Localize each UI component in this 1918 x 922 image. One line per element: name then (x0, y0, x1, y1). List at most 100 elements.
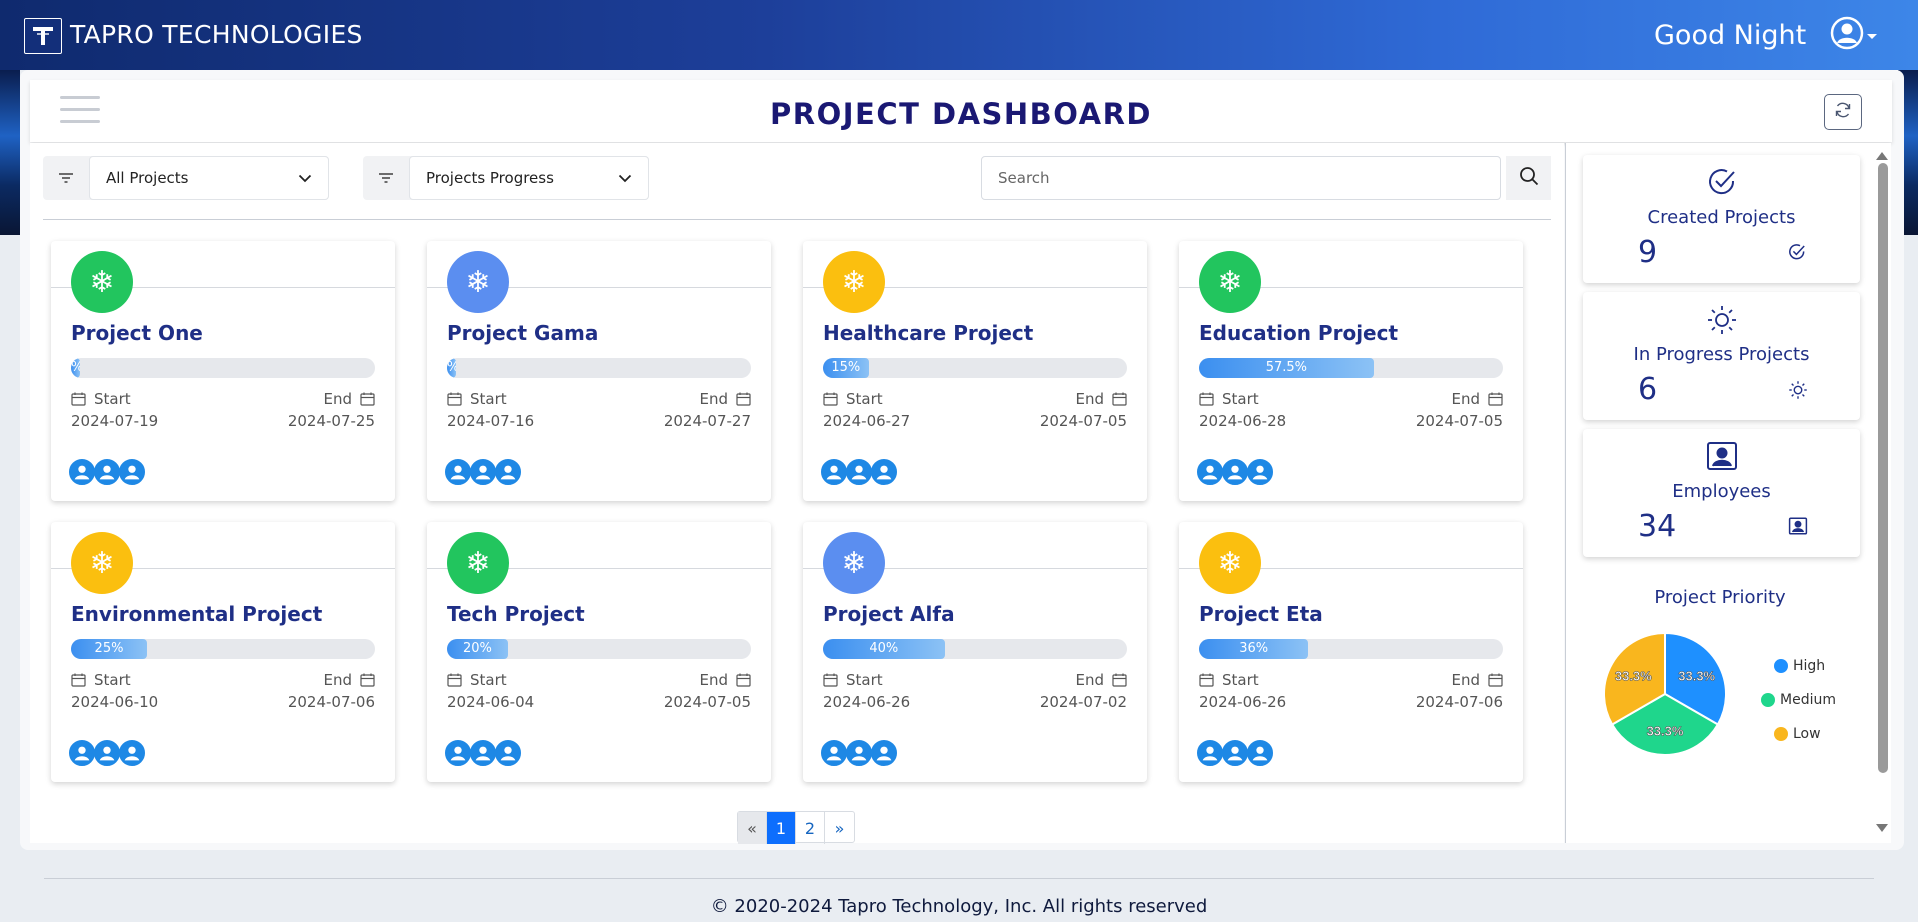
end-label-text: End (323, 671, 352, 689)
projects-panel: All Projects Projects Progress Search ❄ P… (30, 143, 1564, 844)
search-icon (1519, 166, 1539, 190)
project-card[interactable]: ❄ Environmental Project 25% Start End 2024-06… (51, 522, 395, 782)
end-label: End (1451, 390, 1503, 408)
legend-dot (1774, 659, 1788, 673)
project-card[interactable]: ❄ Tech Project 20% Start End 2024-06-04 2024-0… (427, 522, 771, 782)
team-avatars (445, 740, 521, 766)
refresh-button[interactable] (1824, 94, 1862, 130)
scope-select[interactable]: All Projects (89, 156, 329, 200)
avatar[interactable] (495, 740, 521, 766)
end-date: 2024-07-06 (287, 693, 375, 711)
snowflake-icon: ❄ (823, 532, 885, 594)
pie-slice-label: 33.3% (1647, 724, 1684, 739)
sun-icon (1788, 380, 1808, 404)
avatar[interactable] (1247, 459, 1273, 485)
calendar-icon (447, 392, 462, 406)
page-title: PROJECT DASHBOARD (770, 97, 1152, 131)
search-button[interactable] (1506, 156, 1551, 200)
sun-icon (1583, 304, 1860, 336)
scroll-up-arrow[interactable] (1876, 152, 1888, 160)
stats-panel: Created Projects 9 In Progress Projects … (1565, 143, 1874, 843)
user-menu-button[interactable] (1830, 16, 1882, 54)
date-values: 2024-06-04 2024-07-05 (447, 693, 751, 711)
user-avatar-icon (1830, 16, 1864, 54)
company-logo[interactable] (24, 18, 62, 54)
end-date: 2024-07-05 (1039, 412, 1127, 430)
footer-divider (44, 878, 1874, 879)
avatar[interactable] (445, 740, 471, 766)
avatar[interactable] (871, 740, 897, 766)
avatar[interactable] (94, 459, 120, 485)
avatar[interactable] (445, 459, 471, 485)
sort-select[interactable]: Projects Progress (409, 156, 649, 200)
avatar[interactable] (1247, 740, 1273, 766)
snowflake-icon: ❄ (447, 251, 509, 313)
end-label-text: End (699, 671, 728, 689)
end-date: 2024-07-02 (1039, 693, 1127, 711)
avatar[interactable] (69, 740, 95, 766)
scroll-down-arrow[interactable] (1876, 824, 1888, 832)
employees-label: Employees (1672, 481, 1771, 502)
project-card[interactable]: ❄ Project Eta 36% Start End 2024-06-26 2024-07… (1179, 522, 1523, 782)
avatar[interactable] (470, 459, 496, 485)
calendar-icon (1112, 673, 1127, 687)
legend-label: Low (1793, 726, 1821, 742)
employees-card[interactable]: Employees 34 (1583, 429, 1860, 557)
footer-copyright: © 2020-2024 Tapro Technology, Inc. All r… (710, 896, 1208, 917)
start-label: Start (71, 671, 131, 689)
pagination-prev-button[interactable]: « (738, 812, 767, 844)
date-values: 2024-06-10 2024-07-06 (71, 693, 375, 711)
end-label-text: End (1075, 671, 1104, 689)
progress-fill: % (71, 358, 81, 378)
avatar[interactable] (821, 459, 847, 485)
sort-filter-group: Projects Progress (363, 156, 649, 200)
vertical-scrollbar[interactable] (1873, 143, 1891, 843)
avatar[interactable] (470, 740, 496, 766)
pagination-page-1[interactable]: 1 (767, 812, 796, 844)
in-progress-projects-label: In Progress Projects (1633, 344, 1810, 365)
project-card[interactable]: ❄Project Gama%StartEnd2024-07-162024-07-… (427, 241, 771, 501)
project-card[interactable]: ❄ Healthcare Project 15% Start End 2024-06-27… (803, 241, 1147, 501)
avatar[interactable] (1197, 740, 1223, 766)
project-card[interactable]: ❄ Education Project 57.5% Start End 2024-06-2… (1179, 241, 1523, 501)
legend-item-medium[interactable]: Medium (1761, 692, 1836, 708)
project-name: Project Alfa (823, 602, 955, 626)
team-avatars (1197, 459, 1273, 485)
avatar[interactable] (495, 459, 521, 485)
scrollbar-thumb[interactable] (1878, 163, 1888, 773)
avatar[interactable] (846, 740, 872, 766)
date-values: 2024-07-16 2024-07-27 (447, 412, 751, 430)
project-progress-bar: 15% (823, 358, 1127, 378)
legend-label: High (1793, 658, 1826, 674)
avatar[interactable] (119, 459, 145, 485)
avatar[interactable] (1222, 459, 1248, 485)
avatar[interactable] (846, 459, 872, 485)
project-priority-title: Project Priority (1654, 587, 1786, 608)
filter-icon (43, 156, 89, 200)
avatar[interactable] (69, 459, 95, 485)
avatar[interactable] (871, 459, 897, 485)
end-label-text: End (1451, 671, 1480, 689)
end-date: 2024-07-05 (1415, 412, 1503, 430)
avatar[interactable] (1222, 740, 1248, 766)
avatar[interactable] (1197, 459, 1223, 485)
avatar[interactable] (94, 740, 120, 766)
pagination-next-button[interactable]: » (825, 812, 854, 844)
start-label-text: Start (470, 671, 507, 689)
legend-item-high[interactable]: High (1774, 658, 1836, 674)
in-progress-projects-card[interactable]: In Progress Projects 6 (1583, 292, 1860, 420)
avatar[interactable] (821, 740, 847, 766)
filter-divider (43, 219, 1551, 220)
end-label: End (323, 671, 375, 689)
end-label: End (1075, 390, 1127, 408)
created-projects-card[interactable]: Created Projects 9 (1583, 155, 1860, 283)
end-label: End (1075, 671, 1127, 689)
project-progress-bar: 40% (823, 639, 1127, 659)
project-card[interactable]: ❄ Project One% Start End 2024-07-19 2024-07-2… (51, 241, 395, 501)
pagination-page-2[interactable]: 2 (796, 812, 825, 844)
search-input[interactable]: Search (981, 156, 1501, 200)
project-card[interactable]: ❄ Project Alfa 40% Start End 2024-06-26 2024-0… (803, 522, 1147, 782)
avatar[interactable] (119, 740, 145, 766)
legend-item-low[interactable]: Low (1774, 726, 1836, 742)
progress-fill: 36% (1199, 639, 1309, 659)
